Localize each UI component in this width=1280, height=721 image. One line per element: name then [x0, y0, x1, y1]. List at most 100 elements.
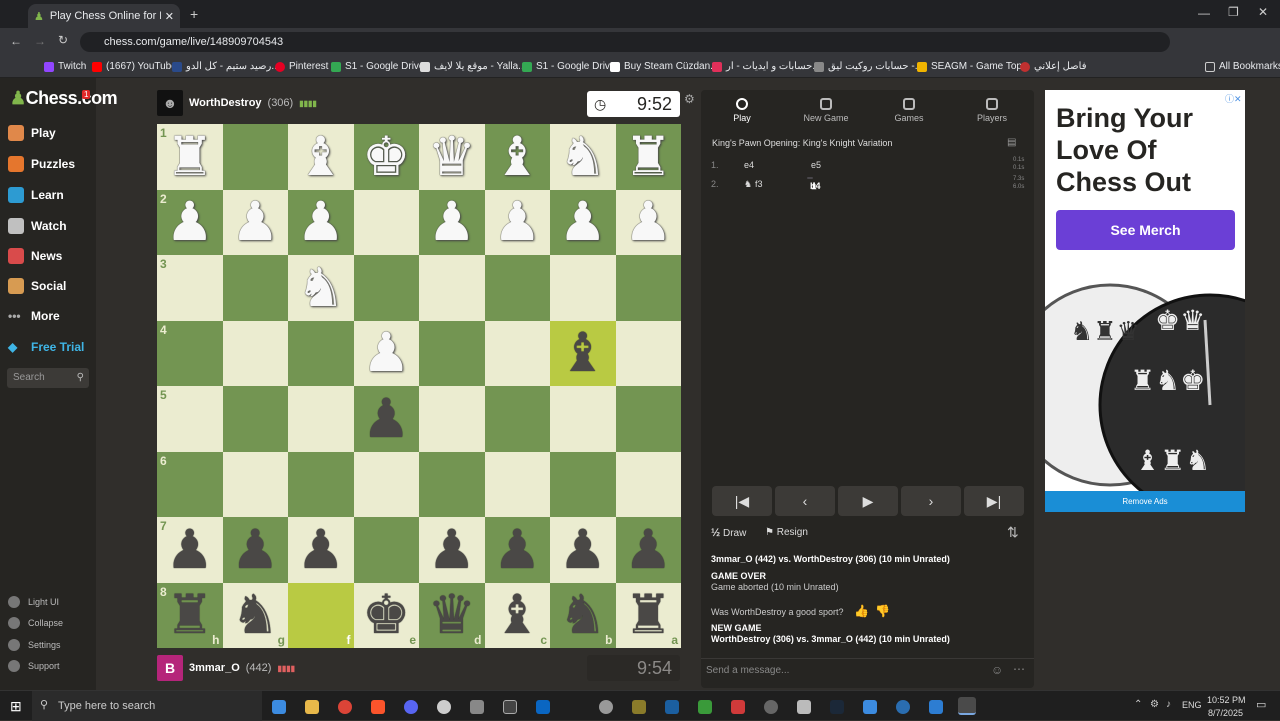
nav-social[interactable]: Social — [8, 278, 66, 294]
tab-new-game[interactable]: New Game — [791, 96, 861, 123]
board-square[interactable] — [353, 189, 419, 255]
board-square[interactable]: ♞ — [288, 255, 354, 321]
board-square[interactable]: ♚ — [353, 124, 419, 190]
board-square[interactable] — [615, 386, 681, 452]
white-pawn-icon[interactable]: ♟ — [362, 326, 410, 380]
resign-button[interactable]: ⚑ Resign — [765, 527, 808, 538]
black-pawn-icon[interactable]: ♟ — [428, 522, 476, 577]
copy-pgn-icon[interactable]: ▤ — [1007, 137, 1016, 148]
black-rook-icon[interactable]: ♜ — [624, 588, 672, 642]
board-square[interactable] — [615, 451, 681, 517]
board-square[interactable] — [222, 124, 288, 190]
board-square[interactable] — [550, 386, 616, 452]
board-square[interactable]: ♟ — [419, 189, 485, 255]
board-square[interactable]: g ♞ — [222, 582, 288, 648]
bookmark-pinterest[interactable]: Pinterest — [275, 61, 328, 72]
file-explorer-icon[interactable] — [305, 700, 319, 714]
white-knight-icon[interactable]: ♞ — [559, 129, 607, 184]
settings-link[interactable]: Settings — [8, 639, 61, 651]
next-move-button[interactable]: › — [901, 486, 961, 516]
nav-watch[interactable]: Watch — [8, 218, 67, 234]
board-square[interactable]: ♟ — [484, 189, 550, 255]
black-pawn-icon[interactable]: ♟ — [231, 522, 279, 577]
volume-icon[interactable]: ♪ — [1166, 699, 1171, 710]
discord-icon[interactable] — [404, 700, 418, 714]
white-pawn-icon[interactable]: ♟ — [297, 195, 345, 249]
bookmark-youtube[interactable]: (1667) YouTube — [92, 61, 177, 72]
black-king-icon[interactable]: ♚ — [362, 588, 410, 642]
first-move-button[interactable]: |◀ — [712, 486, 772, 516]
flip-board-icon[interactable]: ⇅ — [1007, 524, 1019, 541]
close-window-icon[interactable]: ✕ — [1258, 5, 1268, 19]
language-indicator[interactable]: ENG — [1182, 700, 1202, 710]
clock-time[interactable]: 10:52 PM — [1207, 695, 1246, 705]
black-pawn-icon[interactable]: ♟ — [624, 522, 672, 577]
thumbs-down-icon[interactable]: 👎 — [875, 604, 890, 618]
board-square[interactable]: 5 — [157, 386, 223, 452]
board-square[interactable] — [222, 451, 288, 517]
thumbs-up-icon[interactable]: 👍 — [854, 604, 869, 618]
more-options-icon[interactable]: ⋯ — [1013, 662, 1025, 676]
network-icon[interactable]: ⚙ — [1150, 699, 1159, 710]
board-square[interactable] — [353, 255, 419, 321]
board-square[interactable] — [222, 255, 288, 321]
remove-ads-button[interactable]: Remove Ads — [1045, 491, 1245, 512]
board-square[interactable]: e ♚ — [353, 582, 419, 648]
bookmark-rocket-league[interactable]: حسابات روكيت ليق -... — [814, 61, 923, 72]
black-knight-icon[interactable]: ♞ — [559, 588, 607, 642]
nav-play[interactable]: Play — [8, 125, 56, 141]
board-square[interactable]: ♛ — [419, 124, 485, 190]
board-square[interactable]: ♞ — [550, 124, 616, 190]
white-rook-icon[interactable]: ♜ — [624, 129, 672, 184]
board-square[interactable]: ♟ — [550, 517, 616, 583]
sidebar-search-input[interactable]: Search ⚲ — [7, 368, 89, 388]
black-bishop-icon[interactable]: ♝ — [559, 326, 607, 380]
all-bookmarks[interactable]: All Bookmarks — [1205, 61, 1280, 72]
notification-icon[interactable]: ▭ — [1256, 698, 1266, 711]
white-pawn-icon[interactable]: ♟ — [231, 195, 279, 249]
brave-icon[interactable] — [371, 700, 385, 714]
board-square[interactable] — [484, 320, 550, 386]
light-ui-toggle[interactable]: Light UI — [8, 596, 59, 608]
board-square[interactable]: 6 — [157, 451, 223, 517]
bottom-player[interactable]: B 3mmar_O (442) ▮▮▮▮ — [157, 655, 295, 681]
app-icon[interactable] — [731, 700, 745, 714]
white-pawn-icon[interactable]: ♟ — [166, 195, 214, 249]
copilot-icon[interactable] — [272, 700, 286, 714]
board-square[interactable]: f — [288, 582, 354, 648]
board-square[interactable] — [550, 451, 616, 517]
black-move[interactable]: e5 — [811, 160, 821, 170]
bookmark-steam-wallet[interactable]: Buy Steam Cüzdan... — [610, 61, 719, 72]
white-knight-icon[interactable]: ♞ — [297, 260, 345, 315]
app-icon[interactable] — [797, 700, 811, 714]
board-square[interactable]: ♟ — [615, 517, 681, 583]
board-square[interactable] — [419, 386, 485, 452]
board-square[interactable] — [288, 386, 354, 452]
clock-date[interactable]: 8/7/2025 — [1208, 708, 1243, 718]
board-square[interactable]: c ♝ — [484, 582, 550, 648]
app-icon[interactable] — [599, 700, 613, 714]
chess-logo[interactable]: ♟Chess.com — [10, 88, 118, 109]
board-square[interactable] — [288, 451, 354, 517]
prev-move-button[interactable]: ‹ — [775, 486, 835, 516]
bookmark-twitch[interactable]: Twitch — [44, 61, 86, 72]
board-square[interactable] — [484, 255, 550, 321]
board-square[interactable] — [484, 386, 550, 452]
windows-start-icon[interactable]: ⊞ — [10, 698, 22, 715]
emoji-icon[interactable]: ☺ — [991, 663, 1003, 677]
board-square[interactable]: 2 ♟ — [157, 189, 223, 255]
black-rook-icon[interactable]: ♜ — [166, 588, 214, 642]
board-square[interactable]: ♟ — [615, 189, 681, 255]
active-window-icon[interactable] — [958, 697, 976, 715]
app-icon[interactable] — [863, 700, 877, 714]
white-move[interactable]: e4 — [744, 160, 754, 170]
black-knight-icon[interactable]: ♞ — [231, 588, 279, 642]
board-square[interactable]: 3 — [157, 255, 223, 321]
board-square[interactable] — [353, 451, 419, 517]
board-square[interactable]: ♟ — [419, 517, 485, 583]
bottom-player-avatar[interactable]: B — [157, 655, 183, 681]
board-square[interactable] — [353, 517, 419, 583]
board-square[interactable]: ♝ — [288, 124, 354, 190]
black-pawn-icon[interactable]: ♟ — [493, 522, 541, 577]
maximize-icon[interactable]: ❐ — [1228, 5, 1239, 19]
